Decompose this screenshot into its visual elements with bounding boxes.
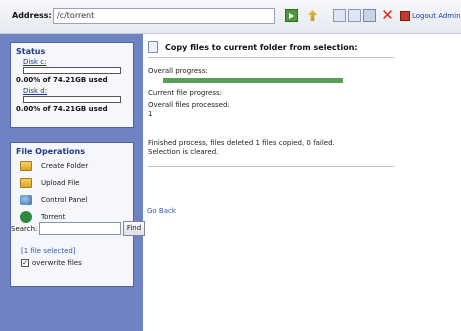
overall-progress-fill <box>163 78 343 83</box>
create-folder-label: Create Folder <box>41 161 89 170</box>
address-input[interactable]: /c/torrent <box>53 8 275 24</box>
overwrite-checkbox[interactable]: ✓ <box>21 259 29 267</box>
result-message: Finished process, files deleted 1 files … <box>148 139 335 147</box>
disk-c-used-text: 0.00% of 74.21GB used <box>16 76 108 84</box>
copy-icon[interactable] <box>333 9 346 22</box>
go-back-link[interactable]: Go Back <box>147 207 176 215</box>
find-button[interactable]: Find <box>123 221 145 236</box>
disk-d-usage-bar <box>23 96 121 103</box>
folder-icon <box>20 160 32 171</box>
up-folder-icon[interactable] <box>306 9 319 22</box>
selection-note: [1 file selected] <box>21 247 76 255</box>
address-bar: Address: /c/torrent ✕ Logout Admin <box>0 0 461 34</box>
search-label: Search: <box>11 224 38 233</box>
disk-d-label[interactable]: Disk d: <box>23 87 133 95</box>
overall-progress-label: Overall progress: <box>148 67 208 75</box>
status-title: Status <box>16 47 46 56</box>
copy-document-icon <box>148 41 158 53</box>
overwrite-files-option[interactable]: ✓ overwrite files <box>21 259 82 267</box>
main-content: Copy files to current folder from select… <box>143 34 461 331</box>
address-label: Address: <box>12 11 52 20</box>
status-panel: Status Disk c: 0.00% of 74.21GB used Dis… <box>10 42 134 128</box>
disk-c-label[interactable]: Disk c: <box>23 58 133 66</box>
search-input[interactable] <box>39 222 121 235</box>
files-processed-label: Overall files processed: <box>148 101 230 109</box>
sidebar: Status Disk c: 0.00% of 74.21GB used Dis… <box>0 34 145 331</box>
divider <box>148 166 394 167</box>
move-icon[interactable] <box>348 9 361 22</box>
torrent-label: Torrent <box>41 212 66 221</box>
file-operations-panel: File Operations Create Folder Upload Fil… <box>10 142 145 287</box>
current-progress-label: Current file progress: <box>148 89 222 97</box>
create-folder-item[interactable]: Create Folder <box>20 158 133 173</box>
control-panel-icon <box>20 194 32 205</box>
disk-d-used-text: 0.00% of 74.21GB used <box>16 105 108 113</box>
upload-folder-icon <box>20 177 32 188</box>
go-icon[interactable] <box>285 9 298 22</box>
overall-progress-bar <box>163 78 343 83</box>
upload-file-item[interactable]: Upload File <box>20 175 133 190</box>
disk-c-usage-bar <box>23 67 121 74</box>
file-operations-title: File Operations <box>16 147 85 156</box>
selection-cleared-message: Selection is cleared. <box>148 148 219 156</box>
paste-icon[interactable] <box>363 9 376 22</box>
overwrite-label: overwrite files <box>32 259 82 267</box>
logout-icon[interactable] <box>400 11 410 21</box>
divider <box>148 57 394 58</box>
delete-icon[interactable]: ✕ <box>381 8 394 23</box>
search-row: Search: Find <box>11 221 145 236</box>
files-processed-value: 1 <box>148 110 153 118</box>
logout-link[interactable]: Logout Admin <box>412 12 461 20</box>
upload-file-label: Upload File <box>41 178 80 187</box>
page-title: Copy files to current folder from select… <box>165 43 358 52</box>
control-panel-label: Control Panel <box>41 195 88 204</box>
control-panel-item[interactable]: Control Panel <box>20 192 133 207</box>
